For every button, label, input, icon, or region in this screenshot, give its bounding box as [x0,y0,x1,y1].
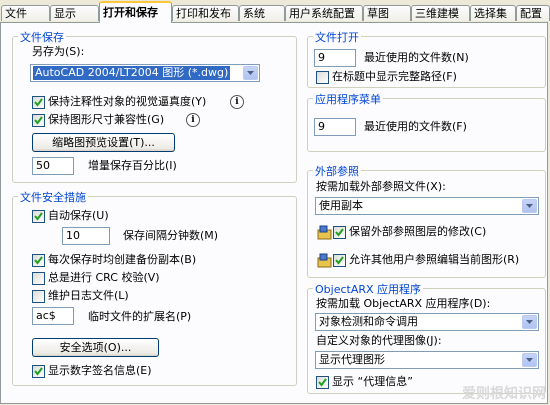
proxy-images-label: 自定义对象的代理图像(J): [316,334,442,347]
save-as-value: AutoCAD 2004/LT2004 图形 (*.dwg) [33,66,231,80]
tab-drafting[interactable]: 草图 [363,5,411,21]
tab-plot-and-publish[interactable]: 打印和发布 [172,5,239,21]
allow-refedit-checkbox[interactable] [333,254,346,267]
tab-system[interactable]: 系统 [239,5,285,21]
info-icon[interactable]: i [230,95,244,109]
annot-fidelity-checkbox[interactable] [32,96,45,109]
save-as-label: 另存为(S): [32,45,85,58]
watermark-text: 爱则根知识网 [462,386,546,402]
proxy-images-value: 显示代理图形 [319,353,385,366]
tab-profiles[interactable]: 配置 [516,5,550,21]
tab-files[interactable]: 文件 [1,5,50,21]
arx-demand-value: 对象检测和命令调用 [319,315,418,328]
app-menu-recent-input[interactable]: 9 [314,118,356,136]
recent-files-input[interactable]: 9 [314,49,356,67]
tab-display[interactable]: 显示 [50,5,99,21]
incremental-save-label: 增量保存百分比(I) [88,159,177,172]
autosave-checkbox[interactable] [32,210,45,223]
autosave-minutes-input[interactable]: 10 [62,227,110,245]
app-menu-title: 应用程序菜单 [313,91,383,107]
xref-demand-value: 使用副本 [319,199,363,212]
xref-edit-icon [317,253,332,268]
drawing-size-compat-checkbox[interactable] [32,114,45,127]
file-save-title: 文件保存 [18,29,66,45]
full-path-checkbox[interactable] [316,71,329,84]
thumbnail-settings-button[interactable]: 缩略图预览设置(T)... [32,133,175,152]
tab-bar: 文件 显示 打开和保存 打印和发布 系统 用户系统配置 草图 三维建模 选择集 … [0,0,550,23]
xref-demand-select[interactable]: 使用副本 [315,197,539,215]
backup-copy-label: 每次保存时均创建备份副本(B) [48,253,197,266]
full-path-label: 在标题中显示完整路径(F) [332,70,457,83]
digital-signature-checkbox[interactable] [32,365,45,378]
incremental-save-input[interactable]: 50 [32,157,74,175]
crc-validation-checkbox[interactable] [32,272,45,285]
tab-user-preferences[interactable]: 用户系统配置 [285,5,363,21]
allow-refedit-label: 允许其他用户参照编辑当前图形(R) [349,253,520,266]
log-file-label: 维护日志文件(L) [48,289,129,302]
chevron-down-icon[interactable] [522,353,537,367]
chevron-down-icon[interactable] [243,66,258,80]
tab-open-and-save[interactable]: 打开和保存 [99,1,172,23]
drawing-size-compat-label: 保持图形尺寸兼容性(G) [48,113,165,126]
autosave-label: 自动保存(U) [48,209,109,222]
file-safety-title: 文件安全措施 [18,189,88,205]
log-file-checkbox[interactable] [32,290,45,303]
save-as-select[interactable]: AutoCAD 2004/LT2004 图形 (*.dwg) [30,64,260,82]
backup-copy-checkbox[interactable] [32,254,45,267]
proxy-info-label: 显示 “代理信息” [332,375,413,388]
digital-signature-label: 显示数字签名信息(E) [48,364,152,377]
arx-demand-label: 按需加载 ObjectARX 应用程序(D): [316,297,491,310]
temp-extension-label: 临时文件的扩展名(P) [88,310,192,323]
temp-extension-input[interactable]: ac$ [32,307,74,325]
retain-xref-layers-checkbox[interactable] [333,226,346,239]
autosave-minutes-label: 保存间隔分钟数(M) [123,229,219,242]
crc-validation-label: 总是进行 CRC 校验(V) [48,271,160,284]
arx-demand-select[interactable]: 对象检测和命令调用 [315,313,539,331]
xref-layer-icon [317,225,332,240]
app-menu-recent-label: 最近使用的文件数(F) [364,120,467,133]
proxy-images-select[interactable]: 显示代理图形 [315,351,539,369]
info-icon[interactable]: i [186,113,200,127]
chevron-down-icon[interactable] [522,315,537,329]
file-open-title: 文件打开 [313,29,361,45]
security-options-button[interactable]: 安全选项(O)... [32,338,159,357]
xref-demand-label: 按需加载外部参照文件(X): [316,180,446,193]
recent-files-label: 最近使用的文件数(N) [364,51,469,64]
objectarx-title: ObjectARX 应用程序 [313,281,424,297]
tab-selection[interactable]: 选择集 [470,5,516,21]
xrefs-title: 外部参照 [313,163,361,179]
tab-3d-modeling[interactable]: 三维建模 [411,5,470,21]
retain-xref-layers-label: 保留外部参照图层的修改(C) [349,225,487,238]
annot-fidelity-label: 保持注释性对象的视觉逼真度(Y) [48,95,207,108]
proxy-info-checkbox[interactable] [316,376,329,389]
chevron-down-icon[interactable] [522,199,537,213]
